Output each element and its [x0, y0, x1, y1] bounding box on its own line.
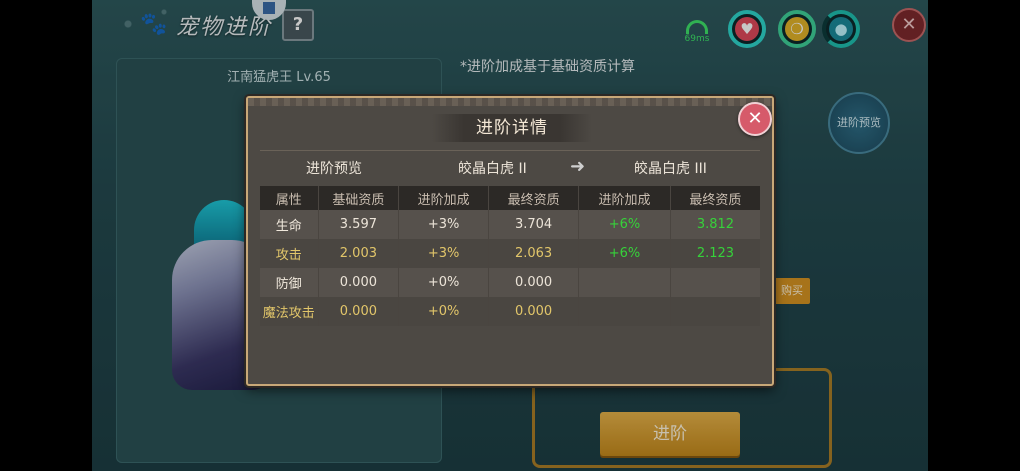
arrow-right-icon: ➜: [570, 156, 586, 177]
next-final-value: 2.123: [670, 239, 760, 268]
col-attribute: 属性: [260, 186, 319, 210]
attr-name: 生命: [260, 210, 319, 239]
divider: [260, 150, 760, 151]
col-next-final: 最终资质: [670, 186, 760, 210]
table-header: 属性 基础资质 进阶加成 最终资质 进阶加成 最终资质: [260, 186, 760, 210]
next-bonus-value: [578, 268, 671, 297]
table-row: 攻击 2.003 +3% 2.063 +6% 2.123: [260, 239, 760, 268]
next-bonus-value: +6%: [578, 239, 671, 268]
advance-details-dialog: 进阶详情 ✕ 进阶预览 皎晶白虎 II ➜ 皎晶白虎 III 属性 基础资质 进…: [246, 96, 774, 386]
next-bonus-value: +6%: [578, 210, 671, 239]
base-value: 0.000: [318, 268, 400, 297]
bonus-value: +0%: [398, 268, 490, 297]
next-final-value: [670, 297, 760, 326]
col-final: 最终资质: [488, 186, 580, 210]
table-row: 生命 3.597 +3% 3.704 +6% 3.812: [260, 210, 760, 239]
next-final-value: [670, 268, 760, 297]
current-tier: 皎晶白虎 II: [458, 161, 527, 177]
attr-name: 攻击: [260, 239, 319, 268]
stats-table: 属性 基础资质 进阶加成 最终资质 进阶加成 最终资质 生命 3.597 +3%…: [260, 186, 760, 326]
dialog-title: 进阶详情: [476, 118, 548, 138]
bonus-value: +0%: [398, 297, 490, 326]
table-row: 魔法攻击 0.000 +0% 0.000: [260, 297, 760, 326]
next-tier: 皎晶白虎 III: [634, 161, 707, 177]
base-value: 3.597: [318, 210, 400, 239]
next-bonus-value: [578, 297, 671, 326]
base-value: 2.003: [318, 239, 400, 268]
col-base: 基础资质: [318, 186, 400, 210]
next-final-value: 3.812: [670, 210, 760, 239]
dialog-close-button[interactable]: ✕: [738, 102, 772, 136]
preview-label: 进阶预览: [306, 161, 362, 177]
col-bonus: 进阶加成: [398, 186, 490, 210]
final-value: 0.000: [488, 297, 580, 326]
base-value: 0.000: [318, 297, 400, 326]
col-next-bonus: 进阶加成: [578, 186, 671, 210]
final-value: 3.704: [488, 210, 580, 239]
final-value: 2.063: [488, 239, 580, 268]
attr-name: 魔法攻击: [260, 297, 319, 326]
bonus-value: +3%: [398, 239, 490, 268]
final-value: 0.000: [488, 268, 580, 297]
attr-name: 防御: [260, 268, 319, 297]
dialog-border-pattern: [248, 98, 772, 106]
bonus-value: +3%: [398, 210, 490, 239]
table-row: 防御 0.000 +0% 0.000: [260, 268, 760, 297]
